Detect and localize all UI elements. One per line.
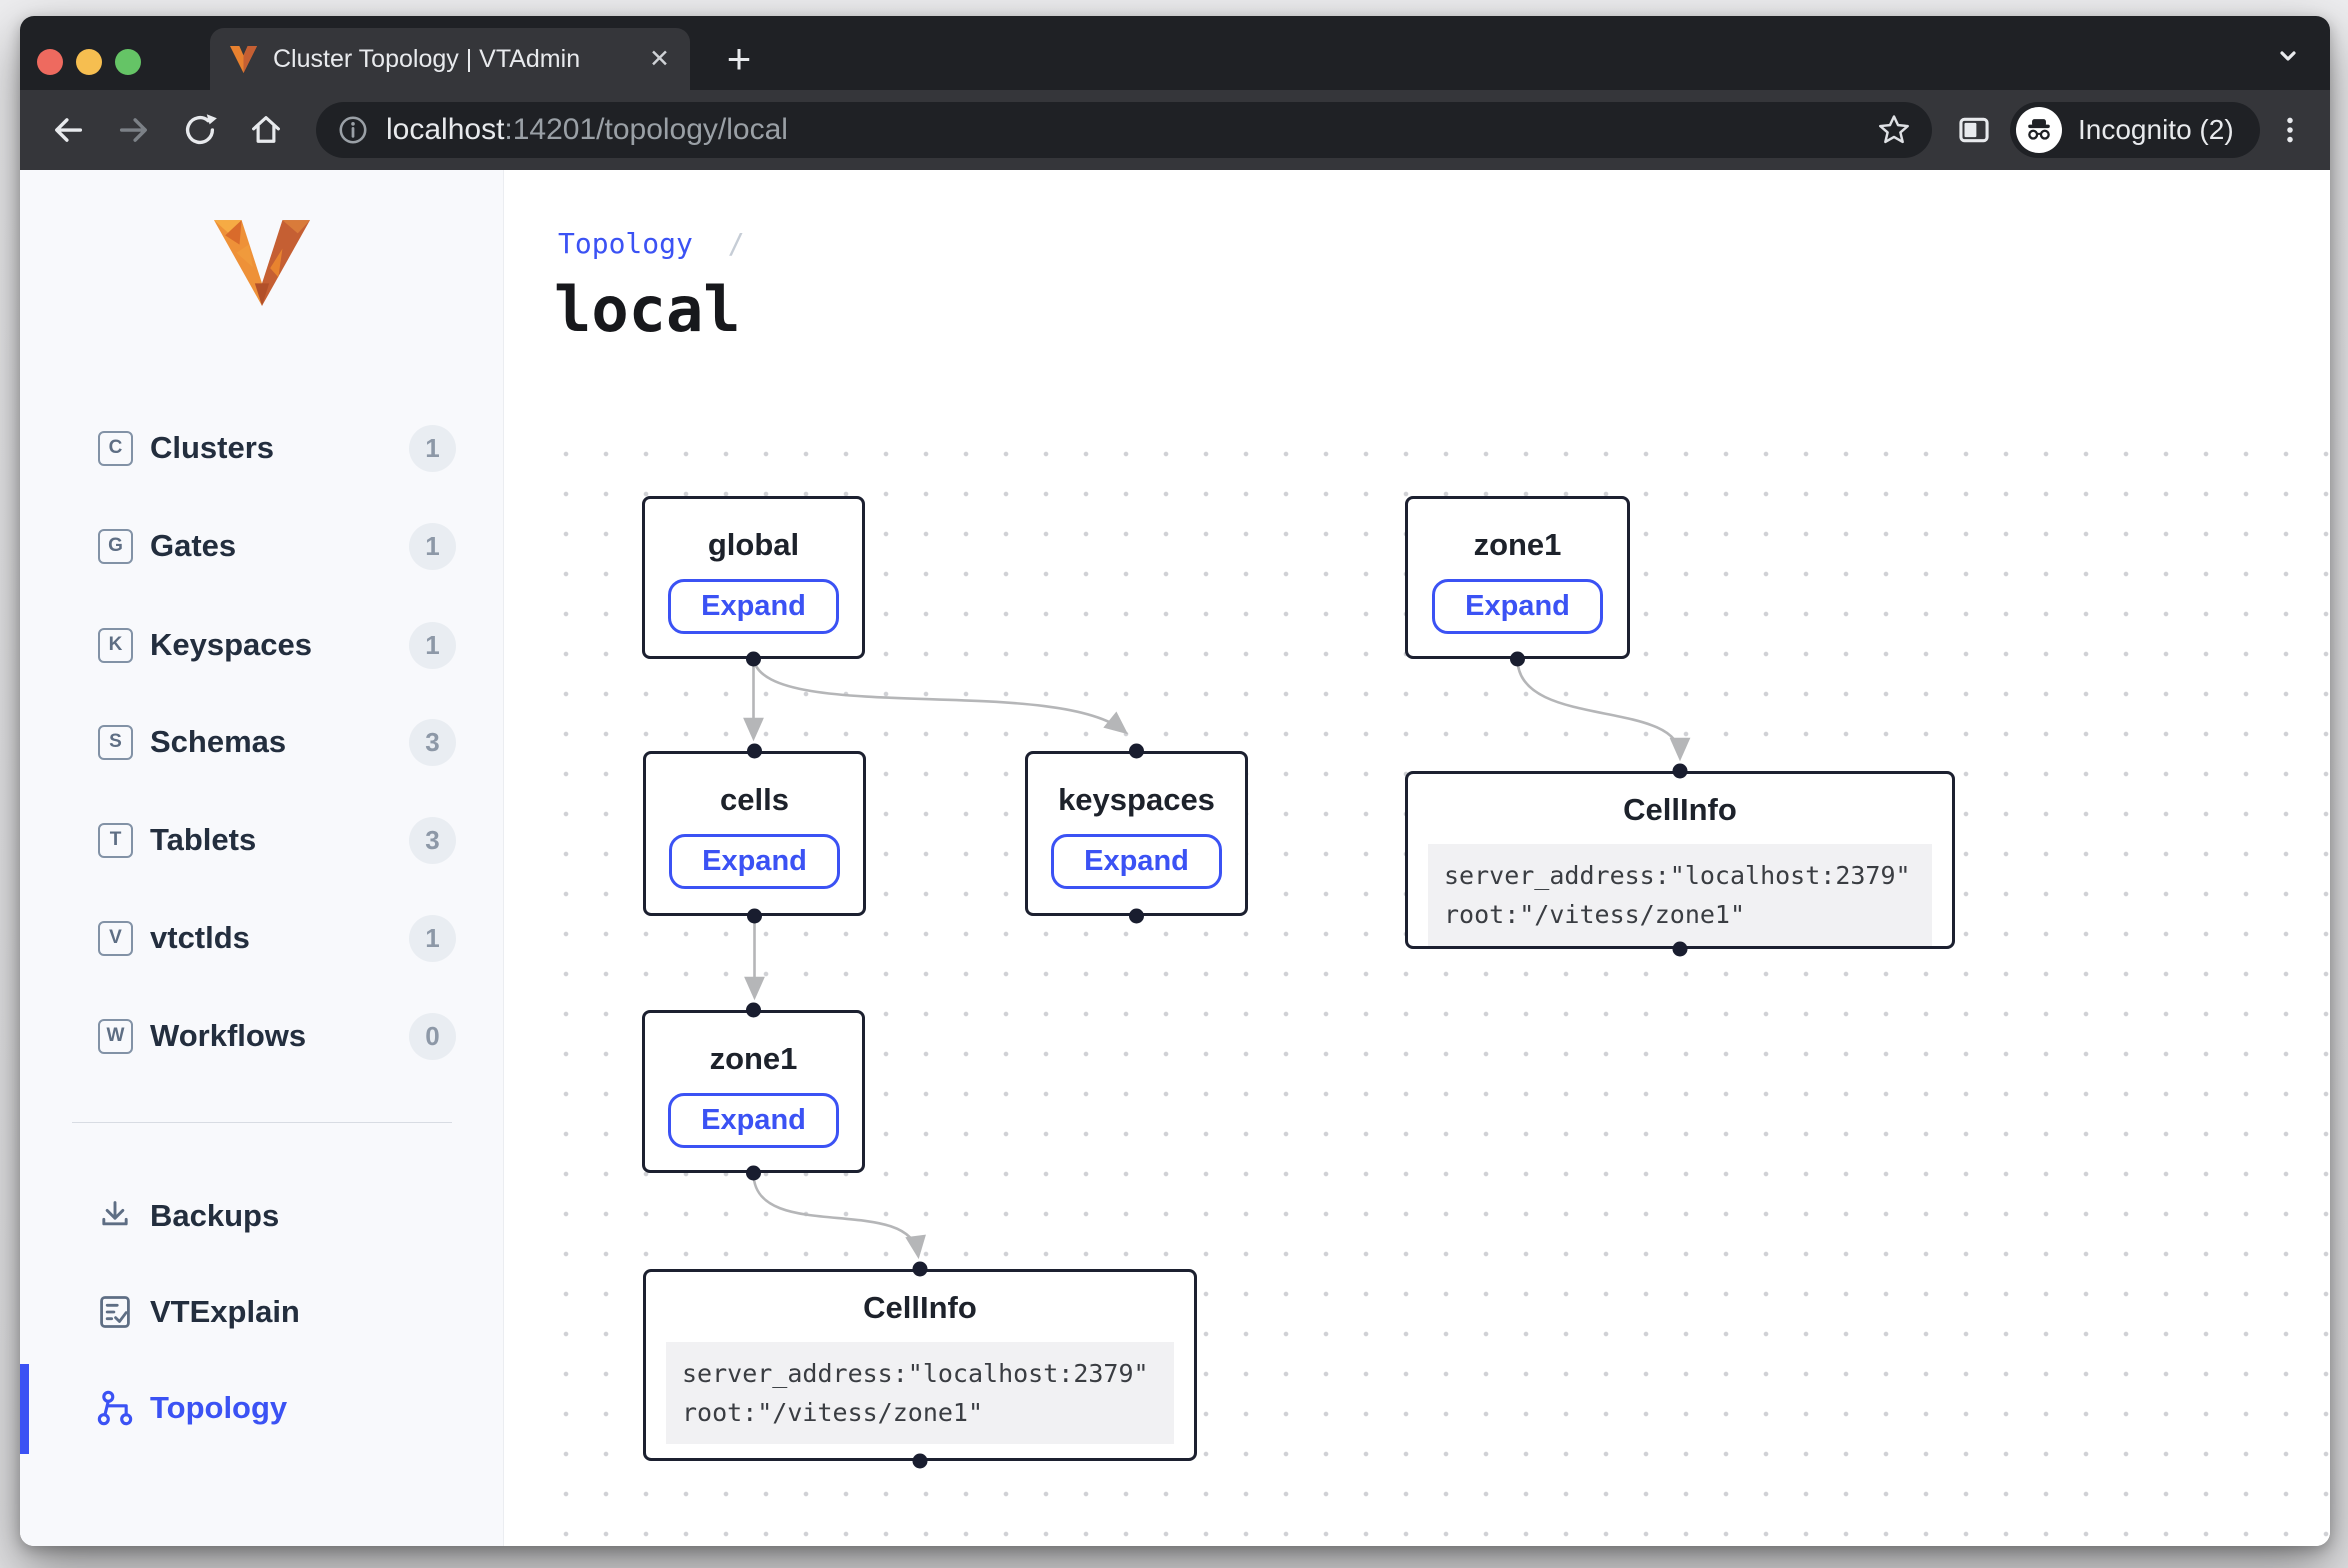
sidebar-item-vtctlds[interactable]: V vtctlds 1 xyxy=(20,889,503,987)
sidebar-item-topology[interactable]: Topology xyxy=(20,1362,503,1454)
node-label: cells xyxy=(646,782,863,818)
bookmark-star-icon[interactable] xyxy=(1876,112,1912,148)
sidebar-item-vtexplain[interactable]: VTExplain xyxy=(20,1266,503,1358)
vtctlds-letter-icon: V xyxy=(98,921,133,956)
expand-button[interactable]: Expand xyxy=(668,579,839,634)
cellinfo-line: root:"/vitess/zone1" xyxy=(1444,895,1916,934)
count-badge: 1 xyxy=(409,425,456,472)
browser-menu-icon[interactable] xyxy=(2268,106,2312,154)
back-icon[interactable] xyxy=(44,106,92,154)
download-icon xyxy=(96,1197,134,1235)
sidebar-item-workflows[interactable]: W Workflows 0 xyxy=(20,987,503,1085)
keyspaces-letter-icon: K xyxy=(98,628,133,663)
window-zoom-button[interactable] xyxy=(115,49,141,75)
incognito-badge[interactable]: Incognito (2) xyxy=(2010,102,2260,158)
active-item-indicator xyxy=(20,1364,29,1454)
incognito-label: Incognito (2) xyxy=(2078,114,2234,146)
sidebar-item-schemas[interactable]: S Schemas 3 xyxy=(20,693,503,791)
topology-node-cellinfo-right: CellInfo server_address:"localhost:2379"… xyxy=(1405,771,1955,949)
home-icon[interactable] xyxy=(242,106,290,154)
sidebar-divider xyxy=(72,1122,452,1123)
cellinfo-code: server_address:"localhost:2379" root:"/v… xyxy=(666,1342,1174,1444)
window-minimize-button[interactable] xyxy=(76,49,102,75)
node-label: zone1 xyxy=(645,1041,862,1077)
page-title: local xyxy=(554,273,741,346)
vitess-favicon-icon xyxy=(230,46,257,73)
count-badge: 1 xyxy=(409,915,456,962)
tab-title: Cluster Topology | VTAdmin xyxy=(273,45,637,74)
expand-button[interactable]: Expand xyxy=(1432,579,1603,634)
node-label: CellInfo xyxy=(646,1290,1194,1326)
cellinfo-line: server_address:"localhost:2379" xyxy=(1444,856,1916,895)
topology-icon xyxy=(96,1389,134,1427)
count-badge: 1 xyxy=(409,622,456,669)
count-badge: 3 xyxy=(409,719,456,766)
site-info-icon[interactable] xyxy=(336,113,370,147)
macos-traffic-lights xyxy=(37,49,141,75)
forward-icon[interactable] xyxy=(110,106,158,154)
tab-close-icon[interactable]: ✕ xyxy=(649,44,670,74)
breadcrumb-topology-link[interactable]: Topology xyxy=(558,227,693,260)
side-panel-icon[interactable] xyxy=(1950,106,1998,154)
sidebar-item-clusters[interactable]: C Clusters 1 xyxy=(20,399,503,497)
chevron-down-icon[interactable] xyxy=(2272,40,2304,77)
browser-toolbar: localhost:14201/topology/local xyxy=(20,90,2330,170)
count-badge: 1 xyxy=(409,523,456,570)
vtexplain-icon xyxy=(96,1293,134,1331)
sidebar-item-backups[interactable]: Backups xyxy=(20,1170,503,1262)
sidebar-item-gates[interactable]: G Gates 1 xyxy=(20,497,503,595)
new-tab-button[interactable]: + xyxy=(714,34,764,84)
node-label: keyspaces xyxy=(1028,782,1245,818)
topology-node-global: global Expand xyxy=(642,496,865,659)
topology-node-cells: cells Expand xyxy=(643,751,866,916)
cellinfo-code: server_address:"localhost:2379" root:"/v… xyxy=(1428,844,1932,946)
node-label: CellInfo xyxy=(1408,792,1952,828)
cellinfo-line: root:"/vitess/zone1" xyxy=(682,1393,1158,1432)
schemas-letter-icon: S xyxy=(98,725,133,760)
sidebar-item-keyspaces[interactable]: K Keyspaces 1 xyxy=(20,596,503,694)
count-badge: 3 xyxy=(409,817,456,864)
topology-node-zone1-bottom: zone1 Expand xyxy=(642,1010,865,1173)
clusters-letter-icon: C xyxy=(98,431,133,466)
url-host: localhost xyxy=(386,113,504,146)
sidebar: C Clusters 1 G Gates 1 K Keyspaces 1 S S… xyxy=(20,170,504,1546)
expand-button[interactable]: Expand xyxy=(668,1093,839,1148)
incognito-icon xyxy=(2016,107,2062,153)
url-path: :14201/topology/local xyxy=(504,113,788,146)
topology-node-cellinfo-bottom: CellInfo server_address:"localhost:2379"… xyxy=(643,1269,1197,1461)
node-label: zone1 xyxy=(1408,527,1627,563)
page-content: C Clusters 1 G Gates 1 K Keyspaces 1 S S… xyxy=(20,170,2330,1546)
tablets-letter-icon: T xyxy=(98,823,133,858)
desktop-background: Cluster Topology | VTAdmin ✕ + xyxy=(0,0,2348,1568)
vitess-logo xyxy=(214,220,310,306)
address-bar[interactable]: localhost:14201/topology/local xyxy=(316,102,1932,158)
tab-strip: Cluster Topology | VTAdmin ✕ + xyxy=(20,16,2330,90)
breadcrumb: Topology / xyxy=(558,227,745,260)
count-badge: 0 xyxy=(409,1013,456,1060)
node-label: global xyxy=(645,527,862,563)
reload-icon[interactable] xyxy=(176,106,224,154)
expand-button[interactable]: Expand xyxy=(669,834,840,889)
topology-node-keyspaces: keyspaces Expand xyxy=(1025,751,1248,916)
sidebar-item-tablets[interactable]: T Tablets 3 xyxy=(20,791,503,889)
expand-button[interactable]: Expand xyxy=(1051,834,1222,889)
browser-window: Cluster Topology | VTAdmin ✕ + xyxy=(20,16,2330,1546)
url-text: localhost:14201/topology/local xyxy=(386,113,1876,147)
gates-letter-icon: G xyxy=(98,529,133,564)
cellinfo-line: server_address:"localhost:2379" xyxy=(682,1354,1158,1393)
topology-node-zone1-top: zone1 Expand xyxy=(1405,496,1630,659)
workflows-letter-icon: W xyxy=(98,1019,133,1054)
breadcrumb-separator: / xyxy=(728,227,745,260)
browser-tab[interactable]: Cluster Topology | VTAdmin ✕ xyxy=(210,28,690,90)
window-close-button[interactable] xyxy=(37,49,63,75)
